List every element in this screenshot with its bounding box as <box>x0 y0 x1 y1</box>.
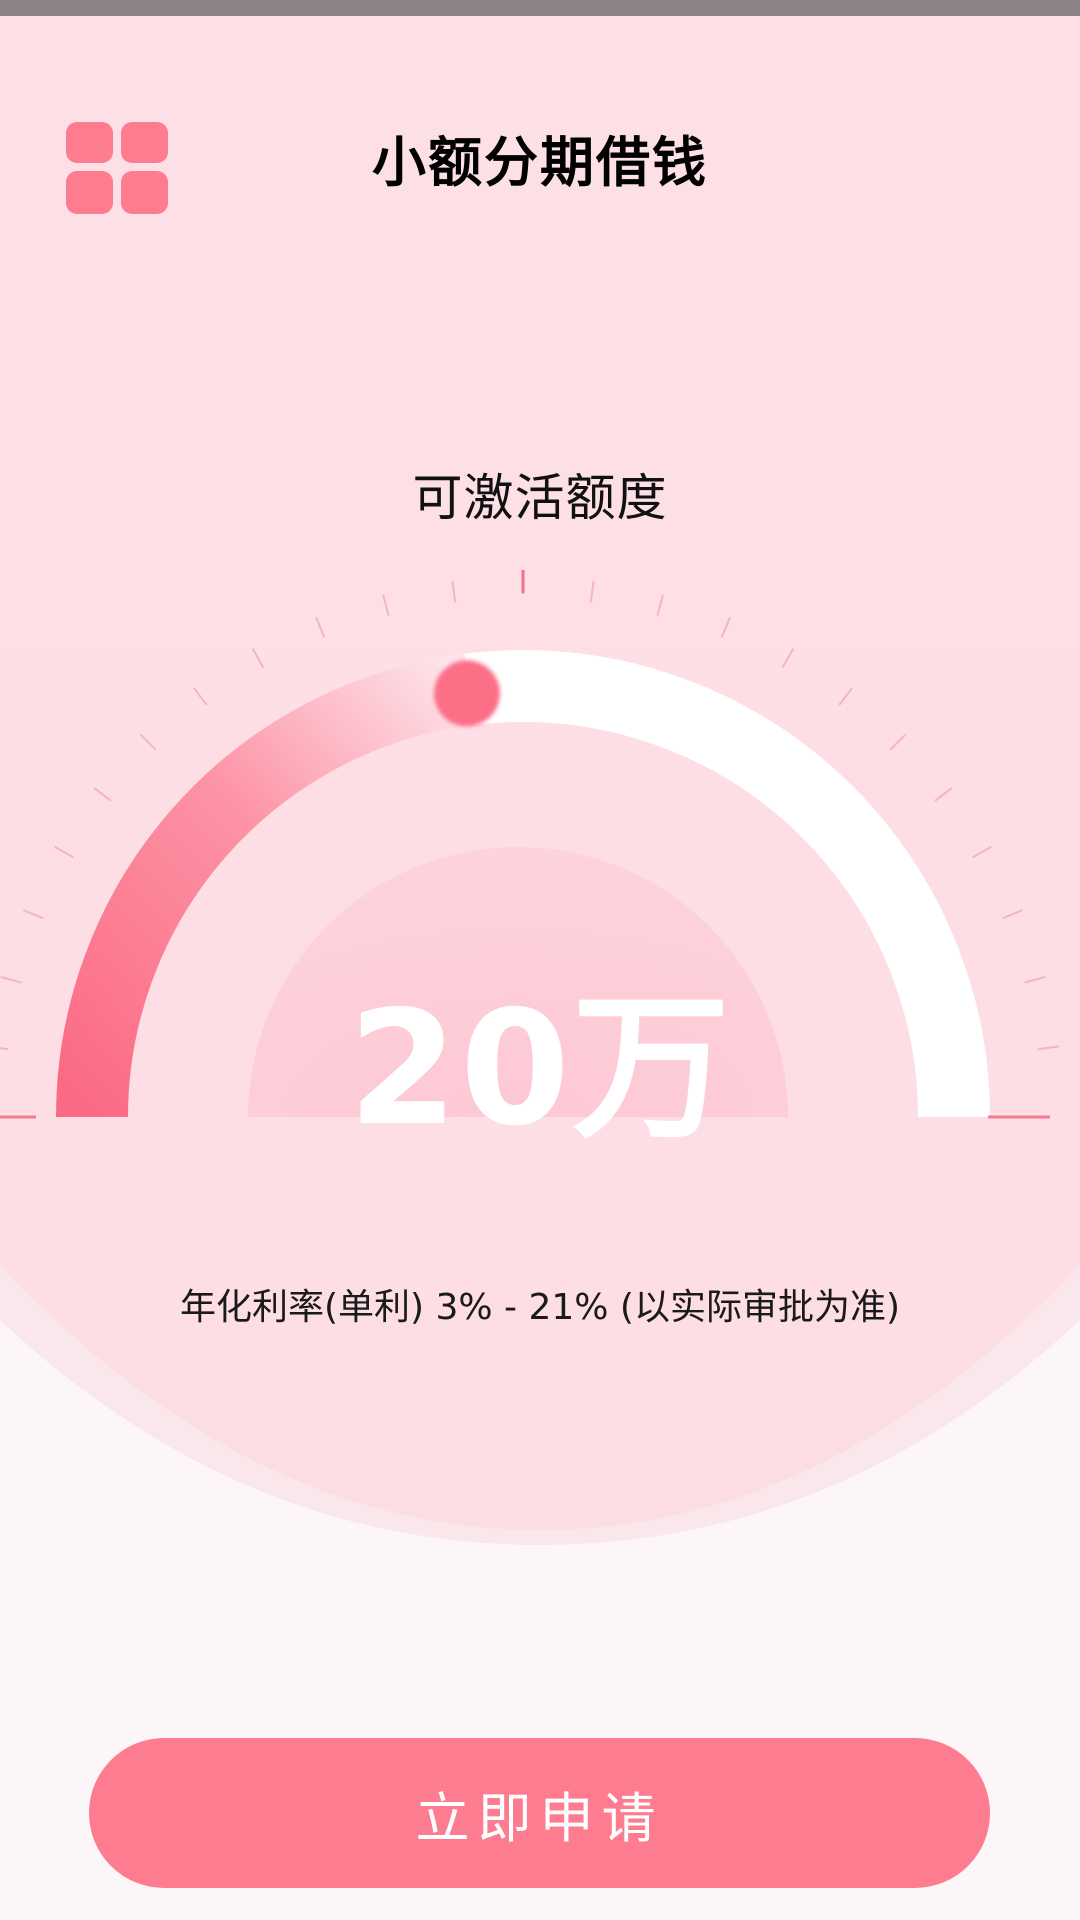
gauge-tick <box>54 846 74 858</box>
gauge-tick <box>93 787 112 802</box>
gauge-tick <box>972 846 992 858</box>
gauge-tick <box>315 617 325 638</box>
gauge-tick <box>193 687 208 706</box>
app-screen: 小额分期借钱 可激活额度 20万 年化利率(单利) 3% - 21% (以实际审 <box>0 0 1080 1920</box>
credit-amount: 20万 <box>348 977 732 1161</box>
gauge-tick <box>382 594 390 616</box>
gauge-knob[interactable] <box>434 660 500 727</box>
gauge-tick <box>451 580 457 603</box>
gauge-tick <box>1002 909 1023 919</box>
gauge-tick <box>889 734 906 751</box>
gauge-tick <box>934 787 953 802</box>
gauge-tick <box>656 594 664 616</box>
gauge-tick <box>140 734 157 751</box>
gauge-tick <box>589 580 595 603</box>
gauge-tick <box>838 687 853 706</box>
interest-rate-note: 年化利率(单利) 3% - 21% (以实际审批为准) <box>179 1287 901 1328</box>
gauge-tick <box>23 909 44 919</box>
gauge-tick <box>721 617 731 638</box>
credit-limit-label: 可激活额度 <box>412 469 668 527</box>
page-title: 小额分期借钱 <box>372 131 708 194</box>
apply-now-button[interactable]: 立即申请 <box>89 1738 990 1888</box>
gauge-tick <box>782 648 794 668</box>
gauge-tick <box>252 648 264 668</box>
